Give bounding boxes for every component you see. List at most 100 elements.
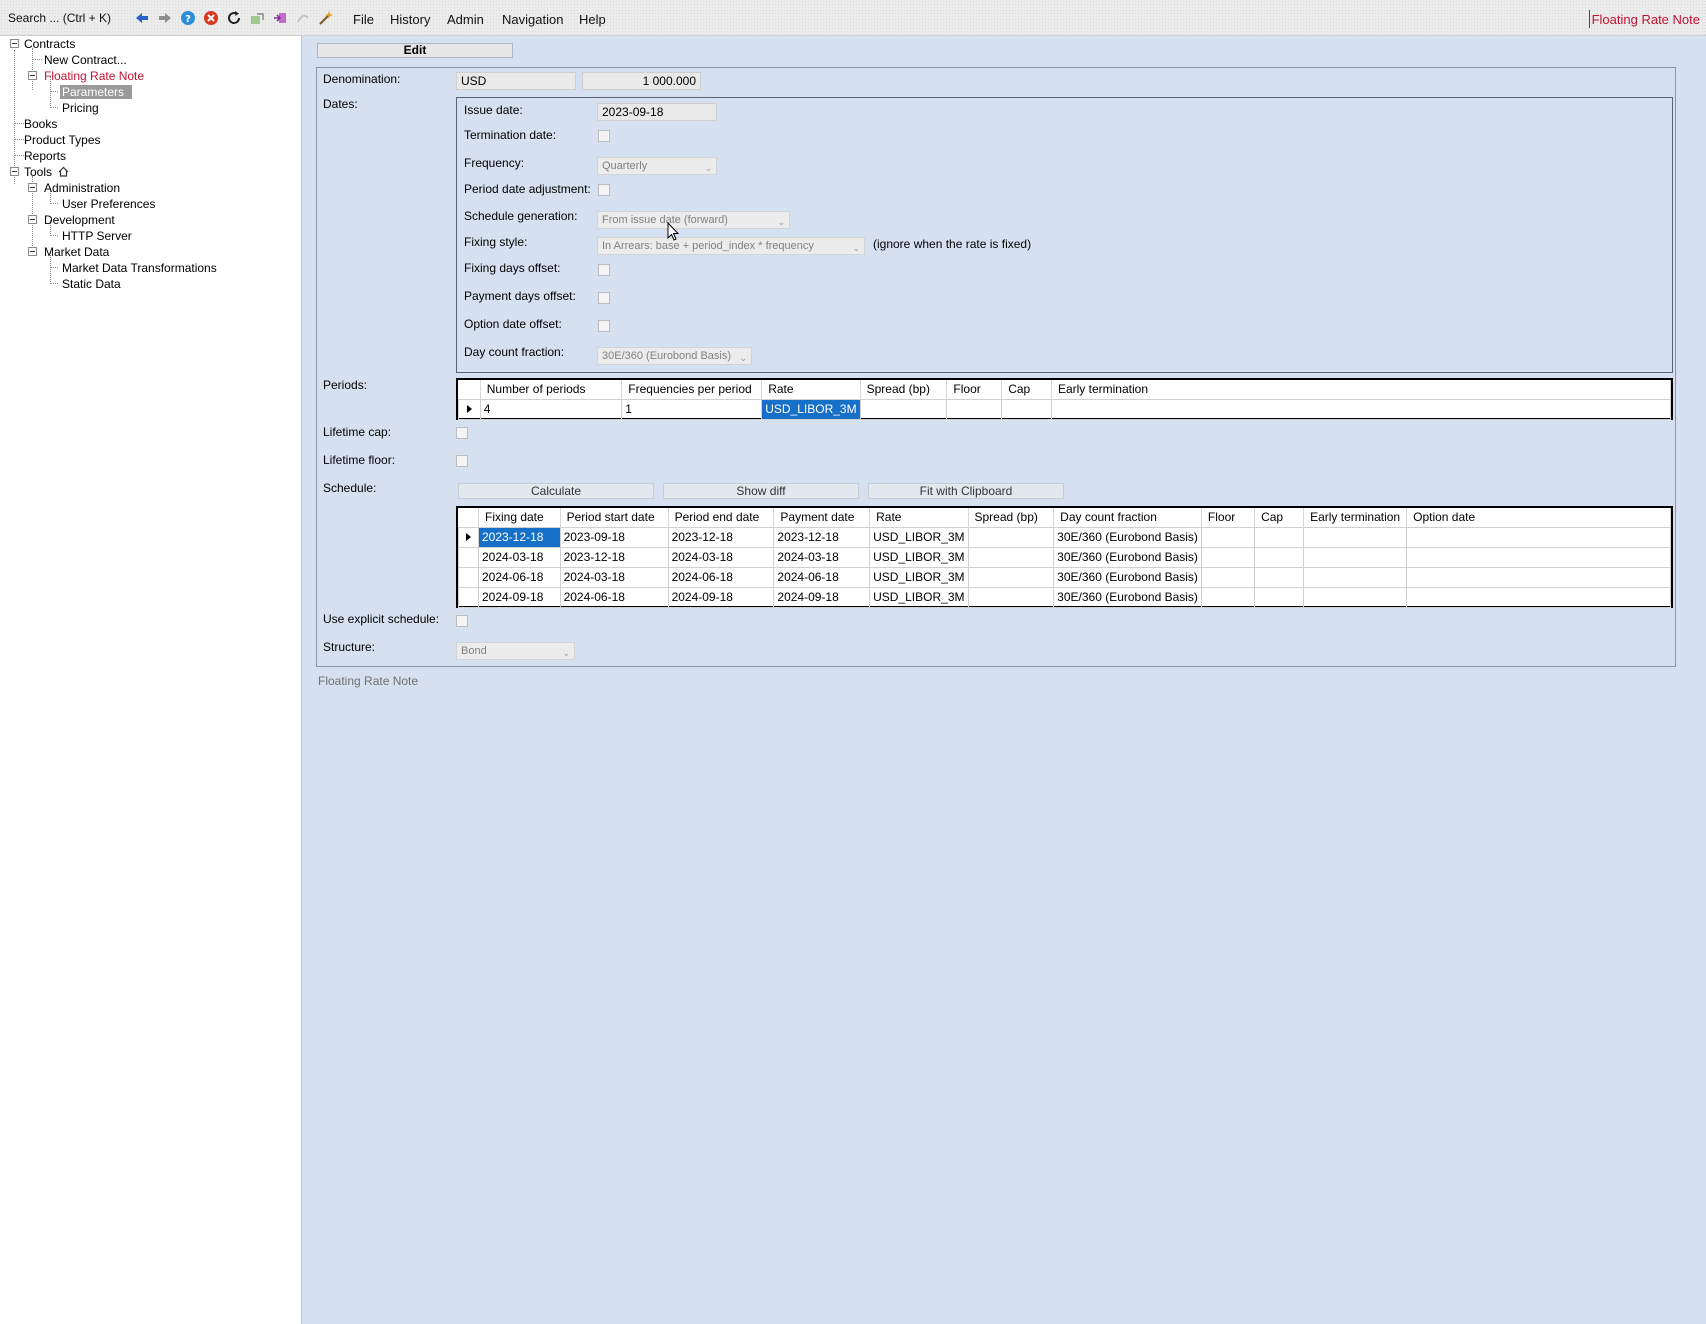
table-cell[interactable] xyxy=(1200,566,1256,588)
table-cell[interactable] xyxy=(1050,398,1672,420)
tree-item-tools[interactable]: Tools xyxy=(24,165,69,179)
table-cell[interactable] xyxy=(1406,586,1671,608)
table-cell[interactable]: 2024-09-18 xyxy=(477,586,561,608)
tree-item-floating-rate-note[interactable]: Floating Rate Note xyxy=(44,69,144,83)
tree-item-contracts[interactable]: Contracts xyxy=(24,37,75,51)
tree-item-http-server[interactable]: HTTP Server xyxy=(62,229,132,243)
table-cell[interactable] xyxy=(1254,566,1305,588)
row-indicator[interactable] xyxy=(458,586,479,608)
schedule-col-header[interactable]: Fixing date xyxy=(478,508,561,527)
refresh-icon[interactable] xyxy=(226,10,242,26)
tree-item-new-contract[interactable]: New Contract... xyxy=(44,53,127,67)
arrow-left-icon[interactable] xyxy=(134,10,150,26)
table-cell[interactable]: 4 xyxy=(479,398,623,420)
table-cell[interactable] xyxy=(1406,566,1671,588)
table-cell[interactable]: 30E/360 (Eurobond Basis) xyxy=(1053,566,1202,588)
schedule-col-header[interactable]: Cap xyxy=(1254,508,1305,527)
schedule-col-header[interactable]: Day count fraction xyxy=(1053,508,1202,527)
table-cell[interactable] xyxy=(946,398,1003,420)
tree-item-development[interactable]: Development xyxy=(44,213,115,227)
import-icon[interactable] xyxy=(272,10,288,26)
periods-col-header[interactable]: Rate xyxy=(761,380,861,399)
table-cell[interactable]: 2024-06-18 xyxy=(773,566,871,588)
table-cell[interactable] xyxy=(1001,398,1052,420)
table-cell[interactable] xyxy=(967,566,1055,588)
table-cell[interactable] xyxy=(859,398,948,420)
table-cell[interactable] xyxy=(967,546,1055,568)
schedule-col-header[interactable]: Period start date xyxy=(560,508,669,527)
periods-col-header[interactable]: Early termination xyxy=(1051,380,1672,399)
table-cell[interactable] xyxy=(1406,546,1671,568)
table-row[interactable]: 2024-03-18 2023-12-18 2024-03-18 2024-03… xyxy=(458,546,1671,568)
tree-item-user-preferences[interactable]: User Preferences xyxy=(62,197,155,211)
schedule-col-header[interactable]: Early termination xyxy=(1303,508,1408,527)
expander-development[interactable] xyxy=(28,215,37,224)
table-cell[interactable] xyxy=(1303,586,1408,608)
use-explicit-schedule-checkbox[interactable] xyxy=(456,615,468,627)
table-cell[interactable]: 30E/360 (Eurobond Basis) xyxy=(1053,546,1202,568)
table-cell[interactable] xyxy=(1303,566,1408,588)
show-diff-button[interactable]: Show diff xyxy=(663,483,859,499)
lifetime-floor-checkbox[interactable] xyxy=(456,455,468,467)
day-count-fraction-select[interactable]: 30E/360 (Eurobond Basis) ⌄ xyxy=(597,347,752,365)
calculate-button[interactable]: Calculate xyxy=(458,483,654,499)
table-cell[interactable]: 2024-03-18 xyxy=(773,546,871,568)
tree-item-books[interactable]: Books xyxy=(24,117,57,131)
period-date-adjustment-checkbox[interactable] xyxy=(598,184,610,196)
periods-col-header[interactable]: Floor xyxy=(946,380,1003,399)
table-cell[interactable] xyxy=(1406,526,1671,548)
structure-select[interactable]: Bond ⌄ xyxy=(456,642,575,660)
expander-tools[interactable] xyxy=(10,167,19,176)
wand-icon[interactable] xyxy=(318,10,334,26)
table-cell[interactable]: USD_LIBOR_3M xyxy=(761,398,861,420)
row-indicator[interactable] xyxy=(458,526,479,548)
tree-item-reports[interactable]: Reports xyxy=(24,149,66,163)
menu-file[interactable]: File xyxy=(353,12,374,27)
periods-col-header[interactable]: Spread (bp) xyxy=(860,380,948,399)
table-cell[interactable]: 1 xyxy=(621,398,763,420)
option-date-offset-checkbox[interactable] xyxy=(598,320,610,332)
schedule-col-header[interactable]: Payment date xyxy=(773,508,871,527)
row-indicator[interactable] xyxy=(458,546,479,568)
periods-col-header[interactable]: Frequencies per period xyxy=(621,380,763,399)
arrow-right-icon[interactable] xyxy=(157,10,173,26)
row-indicator[interactable] xyxy=(458,398,481,420)
table-row[interactable]: 2023-12-18 2023-09-18 2023-12-18 2023-12… xyxy=(458,526,1671,548)
table-row[interactable]: 2024-06-18 2024-03-18 2024-06-18 2024-06… xyxy=(458,566,1671,588)
table-cell[interactable]: USD_LIBOR_3M xyxy=(869,586,969,608)
menu-admin[interactable]: Admin xyxy=(447,12,484,27)
expander-administration[interactable] xyxy=(28,183,37,192)
table-cell[interactable] xyxy=(1200,526,1256,548)
table-cell[interactable]: 2024-09-18 xyxy=(773,586,871,608)
fixing-days-offset-checkbox[interactable] xyxy=(598,264,610,276)
tree-item-pricing[interactable]: Pricing xyxy=(62,101,99,115)
table-cell[interactable] xyxy=(1200,546,1256,568)
payment-days-offset-checkbox[interactable] xyxy=(598,292,610,304)
tab-edit[interactable]: Edit xyxy=(317,43,513,58)
stop-icon[interactable] xyxy=(203,10,219,26)
schedule-col-header[interactable]: Period end date xyxy=(668,508,775,527)
table-cell[interactable]: 2023-12-18 xyxy=(667,526,775,548)
schedule-col-header[interactable]: Option date xyxy=(1406,508,1671,527)
periods-col-header[interactable]: Number of periods xyxy=(480,380,623,399)
table-cell[interactable]: 2023-09-18 xyxy=(559,526,669,548)
export-icon[interactable] xyxy=(249,10,265,26)
table-cell[interactable]: 2023-12-18 xyxy=(477,526,561,548)
help-icon[interactable]: ? xyxy=(180,10,196,26)
forward-gray-icon[interactable] xyxy=(295,10,311,26)
table-cell[interactable] xyxy=(967,586,1055,608)
menu-navigation[interactable]: Navigation xyxy=(502,12,563,27)
table-cell[interactable] xyxy=(1303,526,1408,548)
table-cell[interactable]: 30E/360 (Eurobond Basis) xyxy=(1053,586,1202,608)
tree-item-market-data-transformations[interactable]: Market Data Transformations xyxy=(62,261,217,275)
table-cell[interactable]: USD_LIBOR_3M xyxy=(869,546,969,568)
table-cell[interactable]: 2023-12-18 xyxy=(773,526,871,548)
fixing-style-select[interactable]: In Arrears: base + period_index * freque… xyxy=(597,237,865,255)
table-cell[interactable] xyxy=(1254,586,1305,608)
table-row[interactable]: 2024-09-18 2024-06-18 2024-09-18 2024-09… xyxy=(458,586,1671,608)
issue-date-field[interactable]: 2023-09-18 xyxy=(597,103,717,121)
schedule-col-header[interactable]: Spread (bp) xyxy=(968,508,1055,527)
table-cell[interactable]: USD_LIBOR_3M xyxy=(869,526,969,548)
table-cell[interactable]: 2024-03-18 xyxy=(559,566,669,588)
row-indicator[interactable] xyxy=(458,566,479,588)
